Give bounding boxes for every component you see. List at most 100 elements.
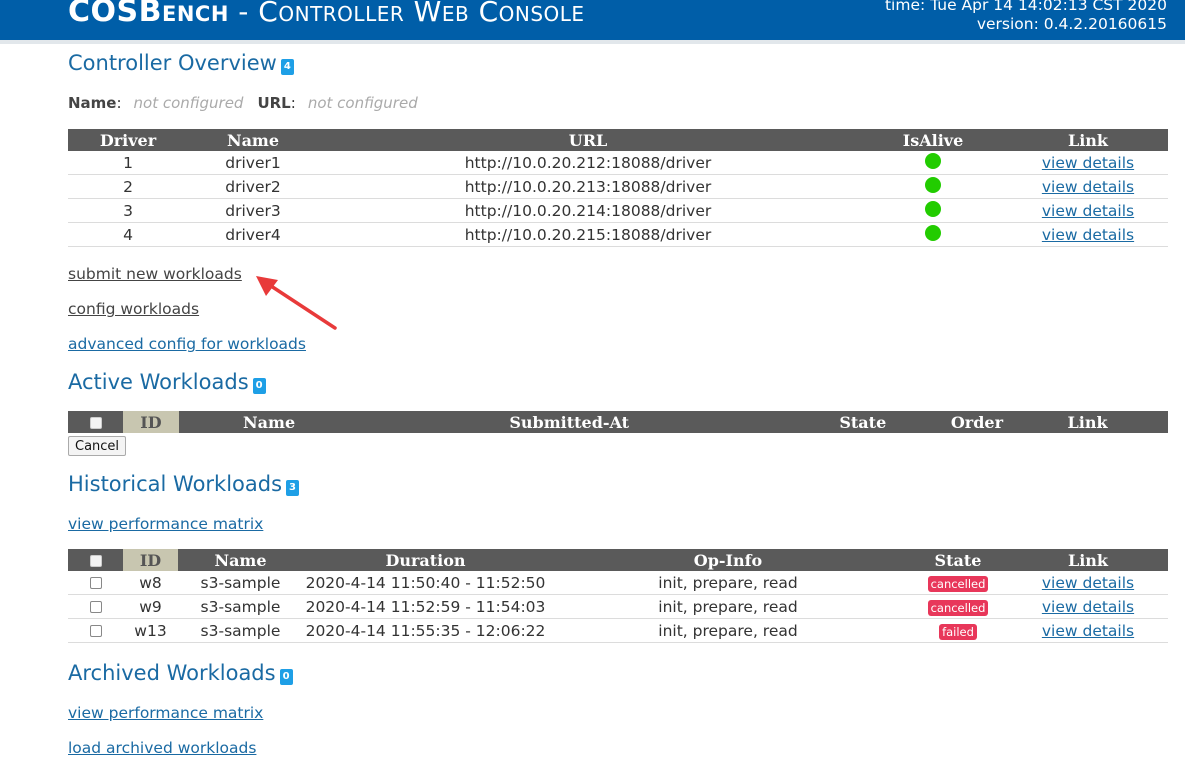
brand-subtitle: - Controller Web Console (228, 0, 585, 28)
workload-id: w13 (123, 618, 178, 643)
driver-url: http://10.0.20.214:18088/driver (318, 198, 858, 223)
row-checkbox[interactable] (89, 601, 102, 613)
cancel-button[interactable]: Cancel (68, 436, 127, 456)
historical-count-badge: 3 (286, 480, 300, 496)
name-value: not configured (133, 94, 244, 112)
active-count-badge: 0 (252, 378, 266, 394)
driver-id: 1 (68, 151, 188, 175)
workload-duration: 2020-4-14 11:52:59 - 11:54:03 (303, 594, 548, 619)
server-time: time: Tue Apr 14 14:02:13 CST 2020 (884, 0, 1167, 14)
load-archived-link[interactable]: load archived workloads (68, 739, 256, 757)
driver-id: 3 (68, 198, 188, 223)
driver-url: http://10.0.20.212:18088/driver (318, 151, 858, 175)
workload-name: s3-sample (178, 618, 303, 643)
driver-alive (858, 174, 1008, 199)
driver-alive (858, 198, 1008, 223)
checkbox-icon[interactable] (89, 555, 102, 567)
view-details-link[interactable]: view details (1042, 226, 1134, 244)
config-workloads-link[interactable]: config workloads (68, 300, 199, 318)
driver-row: 4 driver4 http://10.0.20.215:18088/driver v… (68, 222, 1168, 247)
driver-row: 2 driver2 http://10.0.20.213:18088/driver v… (68, 174, 1168, 199)
submit-workloads-link[interactable]: submit new workloads (68, 265, 242, 283)
row-checkbox[interactable] (89, 625, 102, 637)
alive-status-icon (925, 152, 941, 169)
section-title-text: Archived Workloads (68, 661, 276, 685)
col-state: State (778, 411, 947, 433)
historical-workloads-table: ID Name Duration Op-Info State Link w8 s3… (68, 549, 1168, 643)
workload-name: s3-sample (178, 571, 303, 595)
annotation-arrow (256, 276, 337, 330)
server-version: version: 0.4.2.20160615 (976, 15, 1167, 33)
row-select-cell (68, 571, 123, 595)
col-link: Link (1008, 129, 1168, 151)
driver-link-cell: view details (1008, 198, 1168, 223)
alive-status-icon (925, 200, 941, 217)
header-meta: time: Tue Apr 14 14:02:13 CST 2020 versi… (885, 0, 1167, 34)
active-workloads-title: Active Workloads 0 (68, 370, 266, 394)
section-title-text: Active Workloads (68, 370, 249, 394)
view-details-link[interactable]: view details (1042, 574, 1134, 592)
workload-row: w9 s3-sample 2020-4-14 11:52:59 - 11:54:03… (68, 594, 1168, 619)
workload-link-cell: view details (1008, 571, 1168, 595)
col-submitted-at: Submitted-At (359, 411, 779, 433)
alive-status-icon (925, 224, 941, 241)
archived-count-badge: 0 (279, 669, 293, 685)
brand-name: COSBench (68, 0, 229, 29)
driver-table: Driver Name URL IsAlive Link 1 driver1 htt… (68, 129, 1168, 247)
view-details-link[interactable]: view details (1042, 202, 1134, 220)
workload-duration: 2020-4-14 11:50:40 - 11:52:50 (303, 571, 548, 595)
driver-link-cell: view details (1008, 151, 1168, 175)
workload-id: w8 (123, 571, 178, 595)
col-order: Order (946, 411, 1008, 433)
section-title-text: Controller Overview (68, 51, 277, 75)
checkbox-icon[interactable] (89, 417, 102, 429)
driver-name: driver1 (188, 151, 318, 175)
workload-state-cell: cancelled (908, 594, 1008, 619)
workload-link-cell: view details (1008, 594, 1168, 619)
workload-row: w8 s3-sample 2020-4-14 11:50:40 - 11:52:50… (68, 571, 1168, 595)
app-header: COSBench - Controller Web Console time: … (0, 0, 1185, 44)
workload-name: s3-sample (178, 594, 303, 619)
col-duration: Duration (303, 549, 548, 571)
view-details-link[interactable]: view details (1042, 178, 1134, 196)
workload-state-cell: cancelled (908, 571, 1008, 595)
active-workloads-table: ID Name Submitted-At State Order Link (68, 411, 1168, 433)
col-link: Link (1008, 549, 1168, 571)
view-details-link[interactable]: view details (1042, 622, 1134, 640)
view-details-link[interactable]: view details (1042, 598, 1134, 616)
col-isalive: IsAlive (858, 129, 1008, 151)
workload-state-cell: failed (908, 618, 1008, 643)
row-checkbox[interactable] (89, 577, 102, 589)
state-badge: failed (939, 623, 977, 640)
archived-perf-matrix-link[interactable]: view performance matrix (68, 704, 263, 722)
workload-id: w9 (123, 594, 178, 619)
state-badge: cancelled (927, 599, 989, 616)
historical-workloads-title: Historical Workloads 3 (68, 472, 300, 496)
driver-name: driver3 (188, 198, 318, 223)
col-driver: Driver (68, 129, 188, 151)
driver-link-cell: view details (1008, 174, 1168, 199)
url-label: URL (257, 94, 291, 112)
workload-link-cell: view details (1008, 618, 1168, 643)
select-all-checkbox[interactable] (68, 411, 124, 433)
col-url: URL (318, 129, 858, 151)
advanced-config-link[interactable]: advanced config for workloads (68, 335, 306, 353)
select-all-checkbox[interactable] (68, 549, 123, 571)
driver-id: 4 (68, 222, 188, 247)
col-link: Link (1007, 411, 1168, 433)
workload-opinfo: init, prepare, read (548, 594, 908, 619)
col-name: Name (188, 129, 318, 151)
col-name: Name (178, 411, 360, 433)
col-name: Name (178, 549, 303, 571)
row-select-cell (68, 618, 123, 643)
driver-row: 3 driver3 http://10.0.20.214:18088/driver v… (68, 198, 1168, 223)
url-value: not configured (307, 94, 418, 112)
app-title: COSBench - Controller Web Console (68, 0, 585, 29)
driver-row: 1 driver1 http://10.0.20.212:18088/driver v… (68, 151, 1168, 175)
driver-link-cell: view details (1008, 222, 1168, 247)
state-badge: cancelled (927, 575, 989, 592)
view-details-link[interactable]: view details (1042, 154, 1134, 172)
historical-perf-matrix-link[interactable]: view performance matrix (68, 515, 263, 533)
driver-id: 2 (68, 174, 188, 199)
col-id: ID (123, 549, 178, 571)
